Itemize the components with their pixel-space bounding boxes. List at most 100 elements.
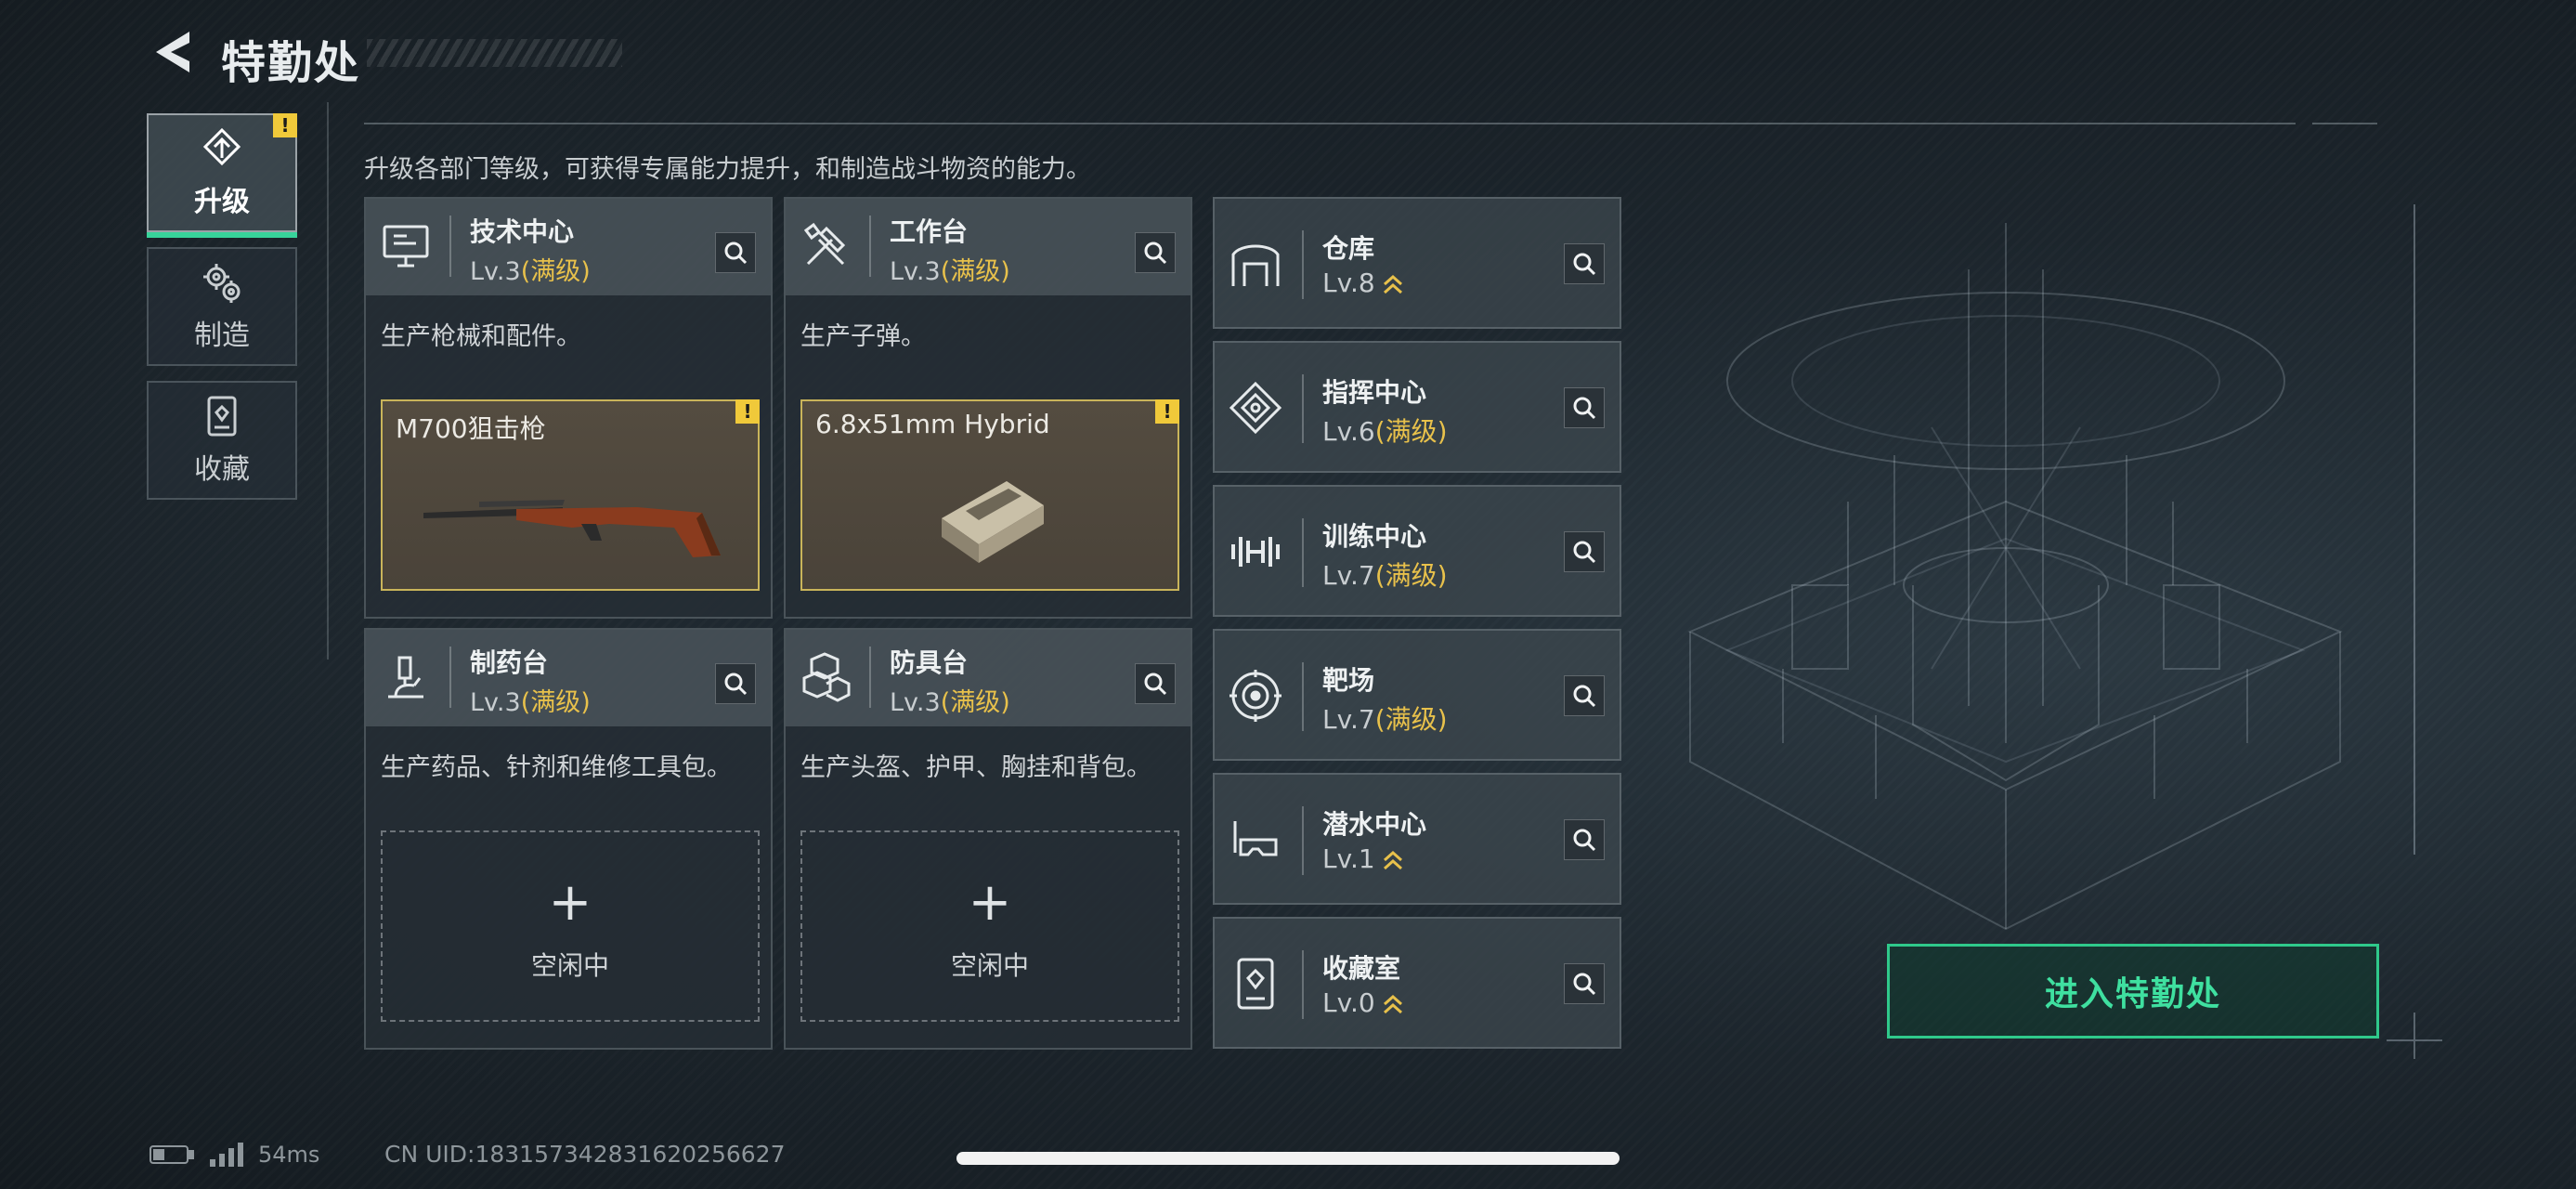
- item-name: M700狙击枪: [396, 413, 546, 444]
- user-uid: CN UID:18315734283162025​6627: [384, 1141, 786, 1168]
- card-level: Lv.3(满级): [470, 682, 591, 718]
- search-button[interactable]: [1564, 963, 1605, 1004]
- facility-card-tech-center[interactable]: 技术中心 Lv.3(满级) 生产枪械和配件。 M700狙击枪 !: [364, 197, 773, 619]
- crafting-item-slot[interactable]: 6.8x51mm Hybrid !: [800, 399, 1179, 591]
- warning-badge: !: [735, 399, 760, 424]
- level-value: Lv.8: [1322, 268, 1375, 298]
- empty-crafting-slot[interactable]: + 空闲中: [800, 830, 1179, 1022]
- separator: [449, 216, 451, 277]
- nav-tab-upgrade[interactable]: 升级 !: [147, 113, 297, 238]
- blueprint-building-illustration: [1687, 204, 2442, 1059]
- card-header: 技术中心 Lv.3(满级): [366, 199, 771, 295]
- facility-row-diving-center[interactable]: 潜水中心 Lv.1: [1213, 773, 1621, 905]
- facility-card-armor-bench[interactable]: 防具台 Lv.3(满级) 生产头盔、护甲、胸挂和背包。 + 空闲中: [784, 628, 1192, 1050]
- crafting-item-slot[interactable]: M700狙击枪 !: [381, 399, 760, 591]
- card-title: 工作台: [890, 216, 969, 247]
- facility-name: 训练中心: [1322, 521, 1427, 552]
- back-button[interactable]: [149, 26, 201, 78]
- add-icon: +: [548, 872, 592, 933]
- target-icon: [1229, 670, 1281, 722]
- facility-name: 指挥中心: [1322, 377, 1427, 408]
- card-header: 制药台 Lv.3(满级): [366, 630, 771, 726]
- divider: [327, 102, 329, 660]
- level-value: Lv.3: [470, 257, 521, 286]
- nav-tab-craft[interactable]: 制造: [147, 247, 297, 366]
- ammo-box-image: [942, 481, 1044, 563]
- facility-row-warehouse[interactable]: 仓库 Lv.8: [1213, 197, 1621, 329]
- gears-icon: [203, 264, 241, 303]
- search-button[interactable]: [1135, 232, 1176, 273]
- search-button[interactable]: [1564, 387, 1605, 428]
- search-icon: [1144, 673, 1167, 696]
- collection-room-icon: [1237, 958, 1274, 1010]
- card-header: 工作台 Lv.3(满级): [786, 199, 1190, 295]
- search-icon: [1573, 397, 1596, 420]
- search-button[interactable]: [1564, 819, 1605, 860]
- diving-mask-icon: [1233, 821, 1278, 856]
- card-description: 生产头盔、护甲、胸挂和背包。: [800, 753, 1151, 782]
- ping-value: 54ms: [258, 1142, 320, 1168]
- facility-name: 仓库: [1322, 233, 1375, 264]
- item-name: 6.8x51mm Hybrid: [815, 409, 1050, 439]
- enter-special-ops-button[interactable]: 进入特勤处: [1887, 944, 2379, 1039]
- max-level-tag: (满级): [1374, 704, 1448, 735]
- home-indicator[interactable]: [956, 1152, 1620, 1165]
- search-button[interactable]: [1564, 531, 1605, 572]
- idle-label: 空闲中: [950, 950, 1029, 981]
- facility-card-workbench[interactable]: 工作台 Lv.3(满级) 生产子弹。 6.8x51mm Hybrid !: [784, 197, 1192, 619]
- separator: [869, 216, 871, 277]
- facility-level: Lv.0: [1322, 987, 1405, 1018]
- search-icon: [1573, 685, 1596, 708]
- separator: [1302, 950, 1304, 1019]
- collection-icon: [207, 396, 237, 437]
- facility-level: Lv.1: [1322, 843, 1405, 874]
- search-button[interactable]: [1564, 243, 1605, 284]
- search-button[interactable]: [1135, 663, 1176, 704]
- search-button[interactable]: [715, 232, 756, 273]
- search-icon: [1573, 829, 1596, 852]
- facility-row-collection-room[interactable]: 收藏室 Lv.0: [1213, 917, 1621, 1049]
- empty-crafting-slot[interactable]: + 空闲中: [381, 830, 760, 1022]
- tools-icon: [803, 222, 846, 266]
- add-icon: +: [968, 872, 1012, 933]
- level-value: Lv.7: [1322, 560, 1375, 591]
- divider: [2312, 123, 2377, 124]
- warning-badge: !: [1155, 399, 1179, 424]
- search-button[interactable]: [715, 663, 756, 704]
- level-value: Lv.1: [1322, 843, 1375, 874]
- facility-level: Lv.8: [1322, 268, 1405, 298]
- nav-tab-collection[interactable]: 收藏: [147, 381, 297, 500]
- facility-row-shooting-range[interactable]: 靶场 Lv.7(满级): [1213, 629, 1621, 761]
- facility-card-pharmacy[interactable]: 制药台 Lv.3(满级) 生产药品、针剂和维修工具包。 + 空闲中: [364, 628, 773, 1050]
- facility-name: 靶场: [1322, 665, 1375, 696]
- search-button[interactable]: [1564, 675, 1605, 716]
- level-value: Lv.3: [890, 257, 941, 286]
- upgrade-arrow-icon: [1383, 274, 1402, 294]
- nav-label: 升级: [194, 186, 250, 218]
- facility-row-training-center[interactable]: 训练中心 Lv.7(满级): [1213, 485, 1621, 617]
- status-bar: 54ms: [149, 1141, 319, 1169]
- separator: [1302, 662, 1304, 731]
- upgrade-arrow-icon: [1383, 994, 1402, 1014]
- max-level-tag: (满级): [1374, 560, 1448, 591]
- facility-name: 收藏室: [1322, 953, 1401, 984]
- card-header: 防具台 Lv.3(满级): [786, 630, 1190, 726]
- armor-icon: [802, 652, 851, 702]
- separator: [1302, 374, 1304, 443]
- separator: [869, 647, 871, 708]
- card-description: 生产药品、针剂和维修工具包。: [381, 753, 732, 782]
- level-value: Lv.0: [1322, 987, 1375, 1018]
- card-description: 生产子弹。: [800, 322, 926, 351]
- level-value: Lv.7: [1322, 704, 1375, 735]
- nav-label: 收藏: [194, 453, 250, 486]
- nav-label: 制造: [194, 320, 250, 352]
- max-level-tag: (满级): [940, 688, 1010, 717]
- search-icon: [724, 673, 748, 696]
- search-icon: [1144, 242, 1167, 265]
- page-description: 升级各部门等级，可获得专属能力提升，和制造战斗物资的能力。: [364, 155, 1091, 184]
- sniper-rifle-image: [423, 500, 721, 557]
- card-title: 技术中心: [470, 216, 575, 247]
- facility-row-command-center[interactable]: 指挥中心 Lv.6(满级): [1213, 341, 1621, 473]
- facility-level: Lv.6(满级): [1322, 412, 1448, 449]
- max-level-tag: (满级): [520, 257, 591, 286]
